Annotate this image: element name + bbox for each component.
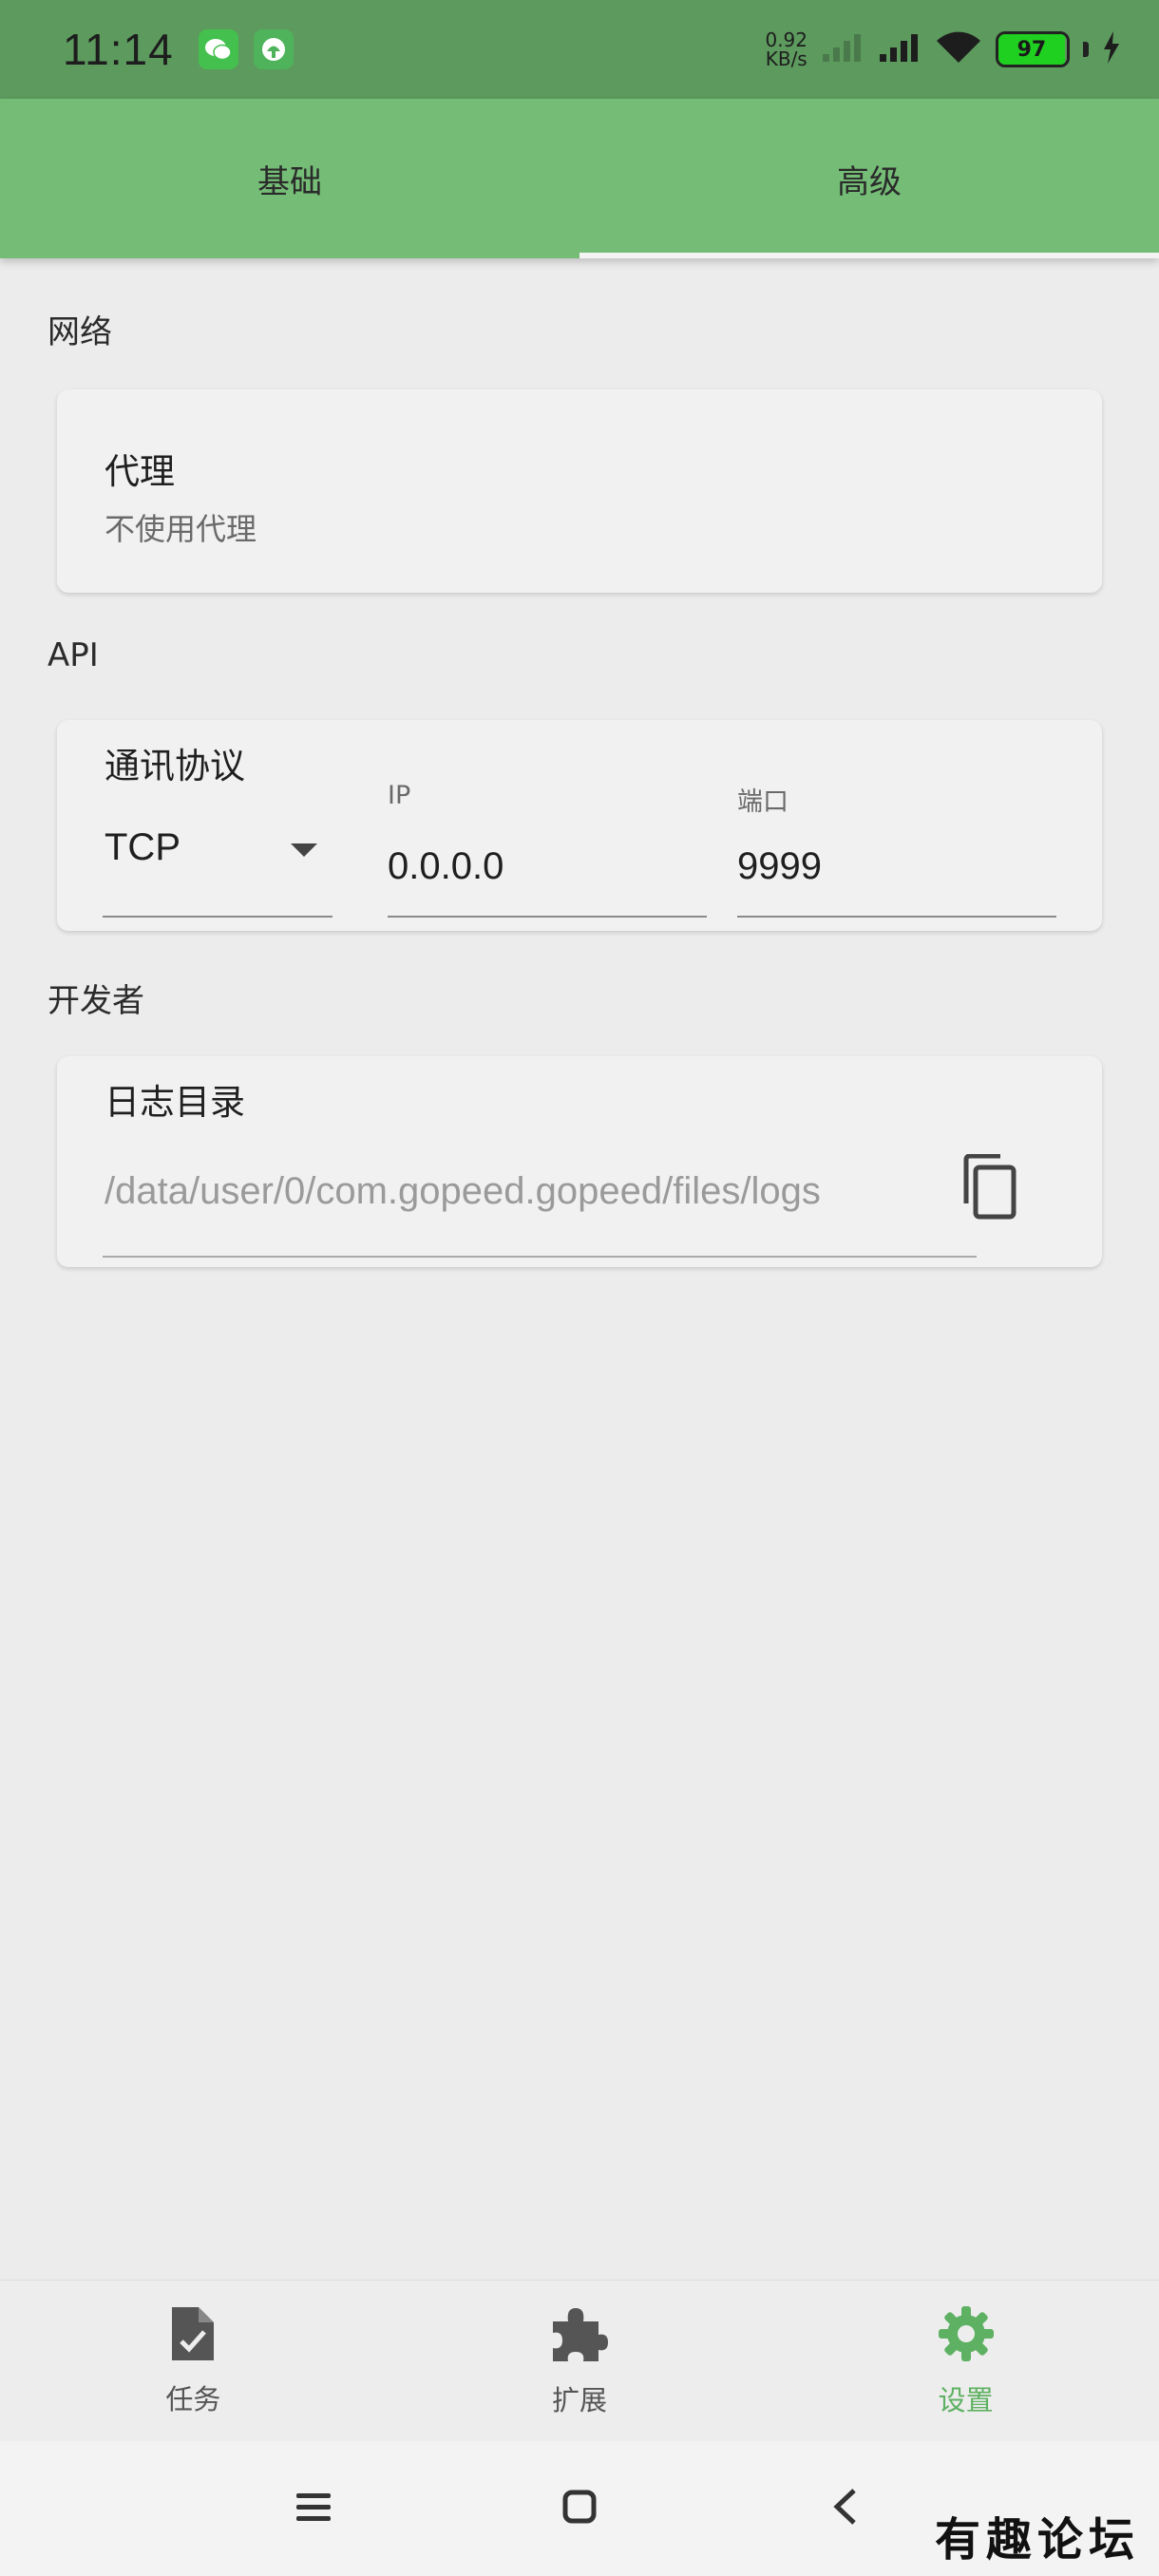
network-speed: 0.92 KB/s [765,30,808,68]
ip-caption: IP [388,781,411,810]
nav-settings[interactable]: 设置 [772,2281,1159,2441]
task-file-icon [168,2305,218,2366]
gear-icon [937,2304,996,2367]
log-dir-input[interactable]: /data/user/0/com.gopeed.gopeed/files/log… [57,1151,988,1269]
nav-extensions-label: 扩展 [552,2383,608,2416]
puzzle-icon [549,2304,610,2367]
app-notification-icon [253,29,294,69]
nav-extensions[interactable]: 扩展 [387,2281,773,2441]
copy-icon [959,1153,1017,1224]
tab-advanced[interactable]: 高级 [580,99,1159,258]
menu-button[interactable] [290,2485,337,2532]
ip-input[interactable]: 0.0.0.0 [388,824,707,918]
copy-button[interactable] [950,1151,1026,1227]
home-button[interactable] [556,2485,603,2532]
back-button[interactable] [822,2485,869,2532]
proxy-value: 不使用代理 [104,511,257,547]
status-time: 11:14 [63,25,174,74]
log-dir-card: 日志目录 /data/user/0/com.gopeed.gopeed/file… [57,1056,1102,1267]
tab-bar: 基础 高级 [0,99,1159,258]
nav-tasks-label: 任务 [165,2382,221,2415]
tab-advanced-label: 高级 [837,162,902,201]
section-title-network: 网络 [48,313,112,351]
api-card: 通讯协议 TCP IP 0.0.0.0 端口 9999 [57,720,1102,931]
port-value: 9999 [737,845,822,887]
net-speed-value: 0.92 [765,28,808,51]
battery-level: 97 [998,34,1065,65]
charging-icon [1102,31,1121,67]
proxy-label: 代理 [104,451,175,492]
status-indicators: 0.92 KB/s 97 [765,30,1121,68]
log-dir-value: /data/user/0/com.gopeed.gopeed/files/log… [104,1170,821,1212]
proxy-card[interactable]: 代理 不使用代理 [57,389,1102,593]
chevron-down-icon [291,843,317,857]
protocol-label: 通讯协议 [104,746,245,786]
protocol-value: TCP [104,826,180,868]
wifi-icon [935,30,982,68]
back-chevron-icon [831,2487,860,2530]
port-input[interactable]: 9999 [737,824,1056,918]
ip-underline [388,916,707,918]
tab-basic[interactable]: 基础 [0,99,580,258]
forum-watermark: 有趣论坛 [934,2513,1140,2567]
bottom-navigation: 任务 扩展 设置 [0,2280,1159,2441]
tab-basic-label: 基础 [257,162,322,201]
home-icon [562,2490,597,2528]
nav-settings-label: 设置 [938,2383,994,2416]
ip-value: 0.0.0.0 [388,845,504,887]
battery-text: 97 [1016,37,1047,62]
signal-strong-icon [878,31,922,67]
protocol-dropdown[interactable]: TCP [103,815,332,918]
status-bar: 11:14 0.92 KB/s 97 [0,0,1159,99]
port-caption: 端口 [737,787,788,817]
menu-icon [294,2491,332,2527]
section-title-api: API [48,636,99,674]
protocol-underline [103,916,332,918]
wechat-notification-icon [198,29,238,69]
battery-icon: 97 [996,31,1070,67]
nav-tasks[interactable]: 任务 [0,2281,387,2441]
net-speed-unit: KB/s [765,47,808,70]
log-dir-label: 日志目录 [104,1082,245,1123]
log-dir-underline [103,1256,977,1258]
signal-weak-icon [821,31,864,67]
battery-cap [1083,42,1089,57]
port-underline [737,916,1056,918]
section-title-developer: 开发者 [48,982,144,1020]
